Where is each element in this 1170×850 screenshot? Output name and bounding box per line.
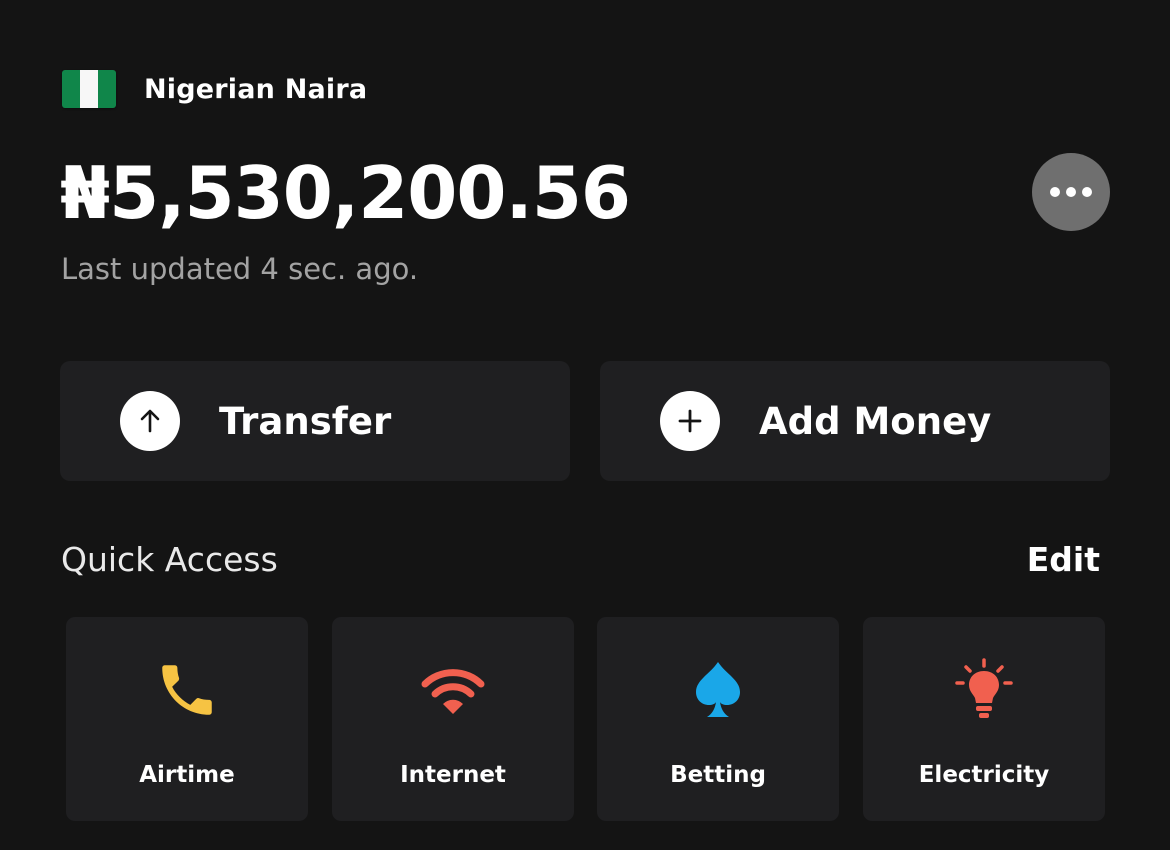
currency-name: Nigerian Naira [144, 73, 368, 105]
add-money-button[interactable]: Add Money [600, 361, 1110, 481]
wallet-screen: Nigerian Naira ₦5,530,200.56 Last update… [0, 0, 1170, 850]
wifi-icon [418, 655, 488, 725]
transfer-button[interactable]: Transfer [60, 361, 570, 481]
currency-header[interactable]: Nigerian Naira [62, 66, 367, 112]
lightbulb-icon [949, 655, 1019, 725]
quick-access-electricity[interactable]: Electricity [863, 617, 1105, 821]
nigeria-flag-icon [62, 70, 116, 108]
edit-quick-access-button[interactable]: Edit [1027, 540, 1100, 579]
transfer-label: Transfer [219, 399, 392, 443]
airtime-label: Airtime [139, 762, 235, 788]
quick-access-title: Quick Access [61, 540, 278, 579]
more-dots-icon [1050, 187, 1092, 197]
betting-label: Betting [670, 762, 766, 788]
last-updated-text: Last updated 4 sec. ago. [61, 252, 419, 286]
add-money-label: Add Money [759, 399, 992, 443]
spade-icon [683, 655, 753, 725]
quick-access-betting[interactable]: Betting [597, 617, 839, 821]
quick-access-internet[interactable]: Internet [332, 617, 574, 821]
phone-icon [152, 655, 222, 725]
internet-label: Internet [400, 762, 506, 788]
plus-icon [660, 391, 720, 451]
balance-amount: ₦5,530,200.56 [60, 151, 631, 235]
quick-access-airtime[interactable]: Airtime [66, 617, 308, 821]
electricity-label: Electricity [918, 762, 1050, 788]
arrow-up-icon [120, 391, 180, 451]
more-options-button[interactable] [1032, 153, 1110, 231]
